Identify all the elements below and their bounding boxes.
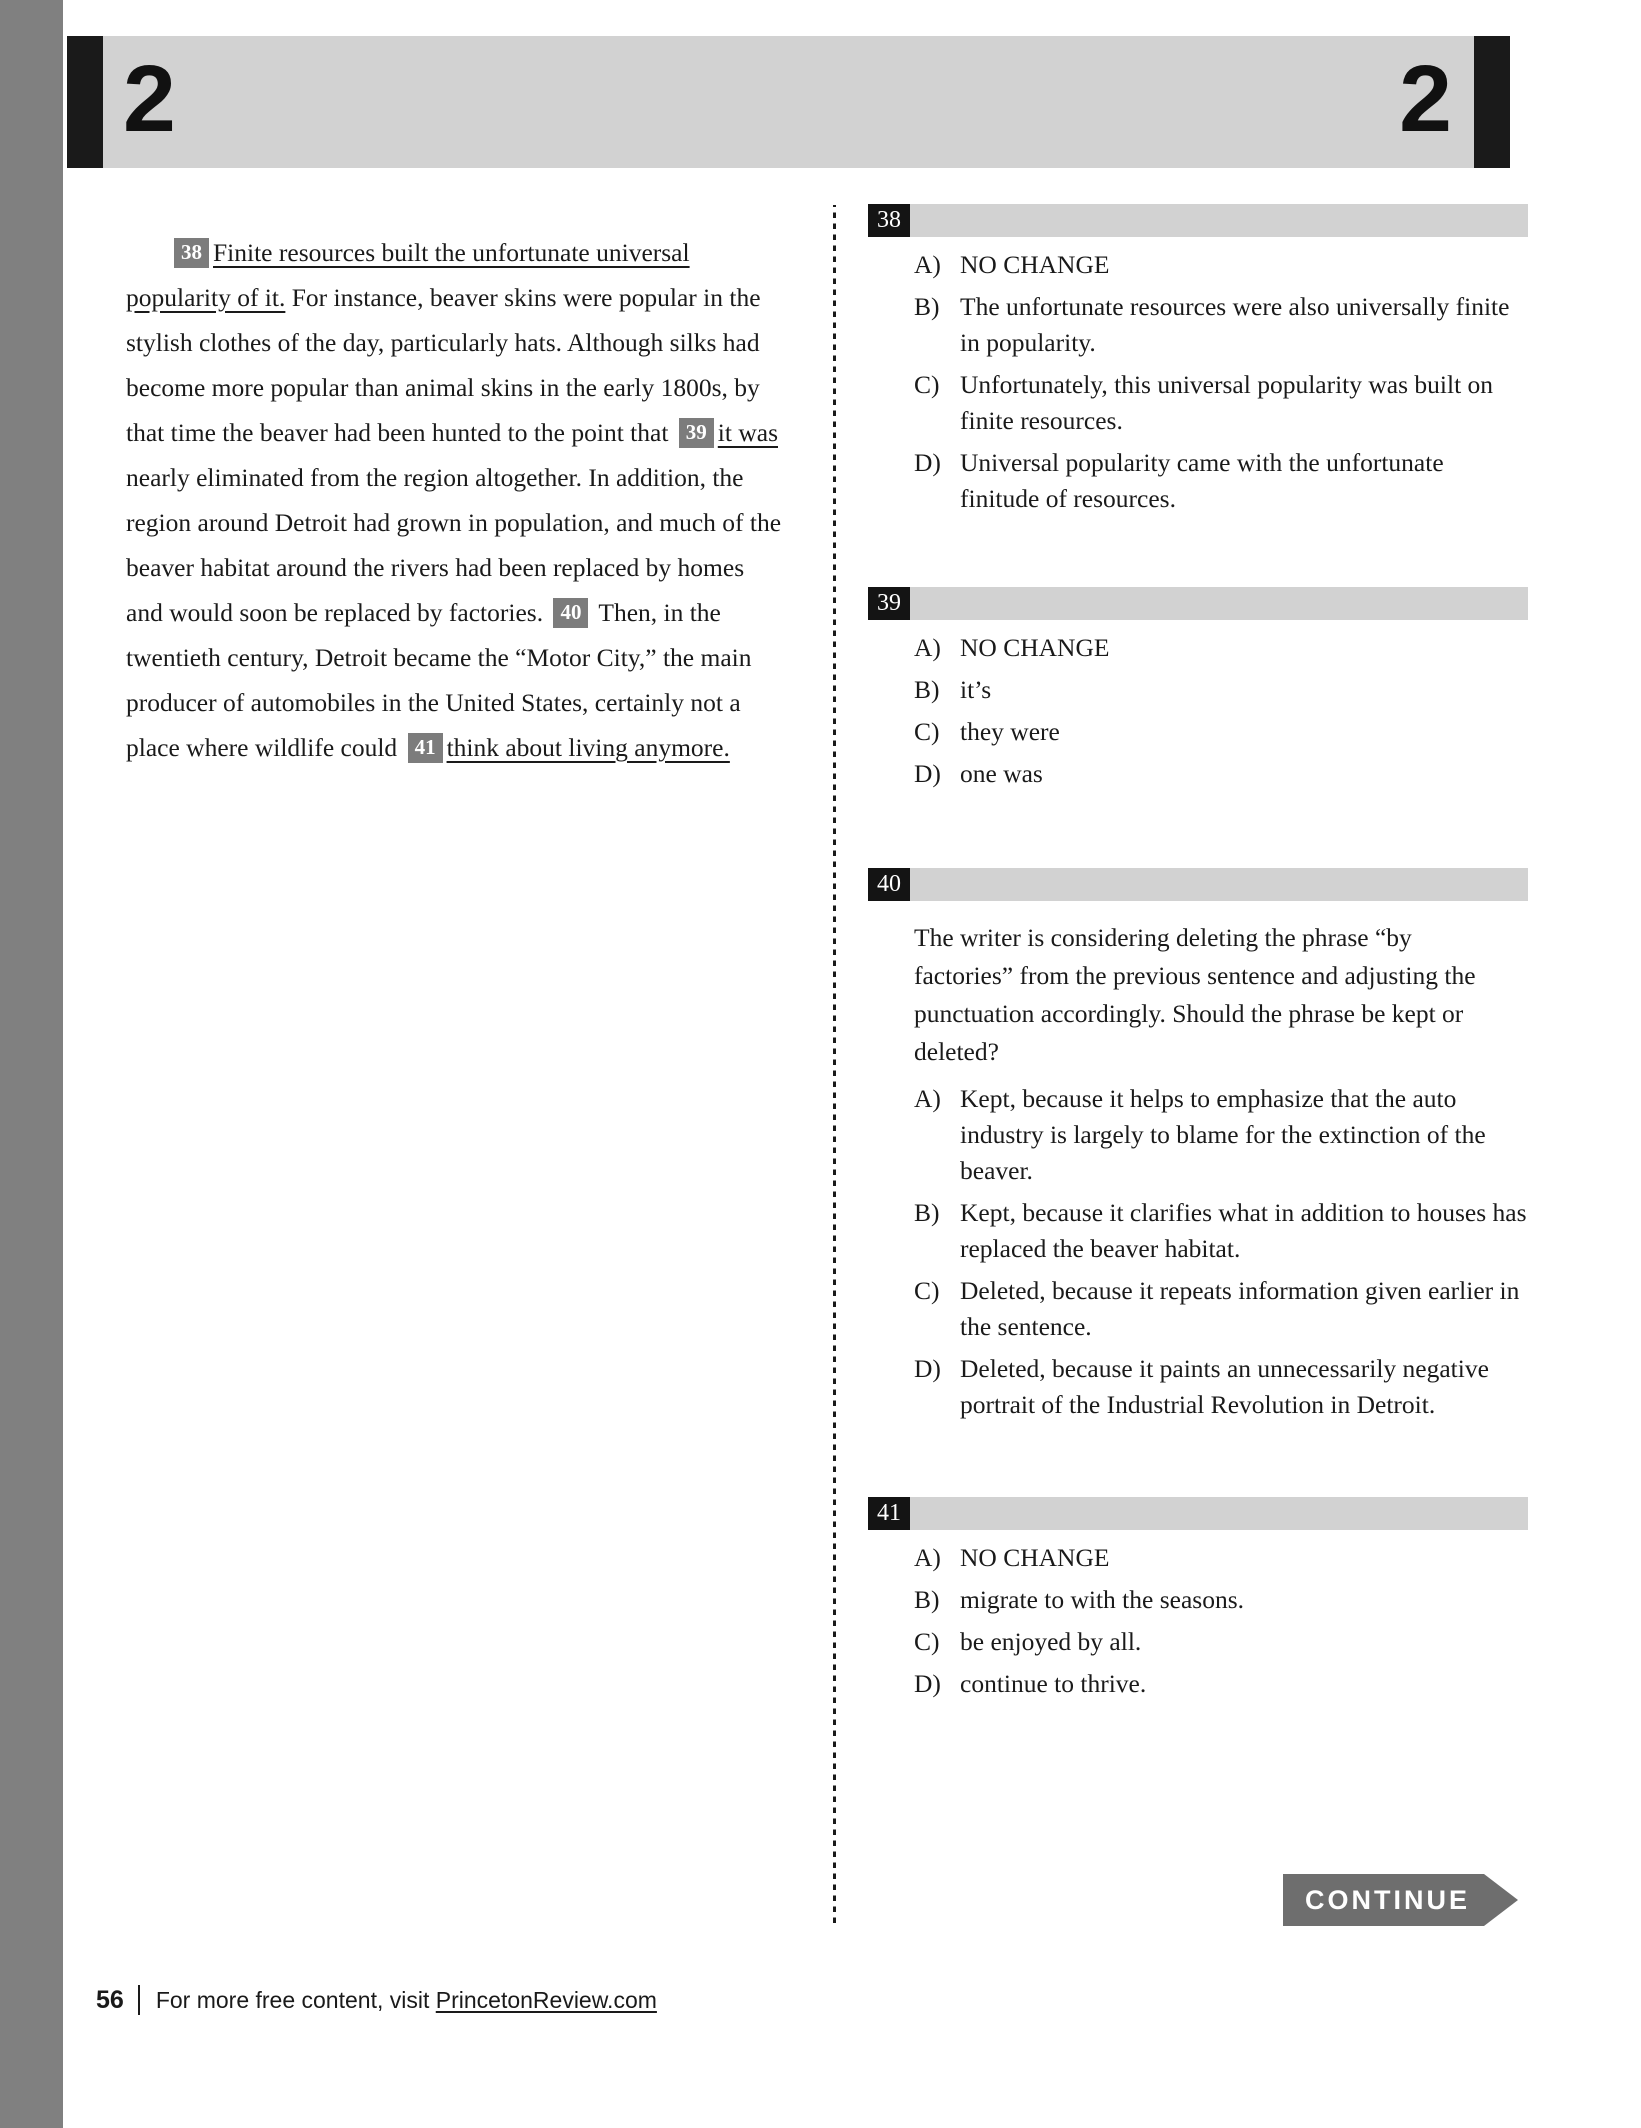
section-number-right: 2	[1399, 45, 1452, 152]
choice-letter: B)	[914, 292, 940, 321]
answer-choice[interactable]: C) they were	[868, 714, 1528, 750]
choice-letter: B)	[914, 1198, 940, 1227]
choice-text: NO CHANGE	[960, 250, 1110, 279]
choice-text: NO CHANGE	[960, 1543, 1110, 1572]
answer-choice[interactable]: A) NO CHANGE	[868, 247, 1528, 283]
choice-letter: B)	[914, 675, 940, 704]
question-number-badge: 41	[868, 1497, 910, 1530]
passage-column: 38 Finite resources built the unfortunate…	[126, 204, 786, 795]
answer-choice[interactable]: D) continue to thrive.	[868, 1666, 1528, 1702]
question-spacer	[868, 798, 1528, 868]
choice-text: they were	[960, 717, 1060, 746]
answer-choice[interactable]: D) Universal popularity came with the unf…	[868, 445, 1528, 517]
page-footer: 56 For more free content, visit Princeto…	[96, 1985, 657, 2015]
choice-text: Deleted, because it repeats information …	[960, 1276, 1520, 1341]
answer-choice[interactable]: C) Unfortunately, this universal populari…	[868, 367, 1528, 439]
page-number: 56	[96, 1985, 124, 2014]
choice-text: continue to thrive.	[960, 1669, 1147, 1698]
passage-marker-41[interactable]: 41	[407, 732, 443, 763]
choice-letter: C)	[914, 1276, 940, 1305]
section-header-banner: 2 2	[67, 36, 1510, 168]
choice-letter: D)	[914, 759, 941, 788]
answer-choices: A) NO CHANGE B) migrate to with the seasons…	[868, 1540, 1528, 1702]
question-header-bar	[910, 587, 1528, 620]
question-header-39: 39	[868, 587, 1528, 620]
passage-underlined-text: it was	[717, 417, 778, 447]
passage-marker-38[interactable]: 38	[174, 237, 209, 268]
answer-choice[interactable]: C) Deleted, because it repeats informatio…	[868, 1273, 1528, 1345]
column-divider	[833, 205, 836, 1925]
question-number-badge: 40	[868, 868, 910, 901]
passage-marker-40[interactable]: 40	[553, 597, 589, 628]
choice-letter: A)	[914, 1543, 941, 1572]
section-number-left: 2	[123, 45, 176, 152]
question-number-badge: 38	[868, 204, 910, 237]
choice-text: NO CHANGE	[960, 633, 1110, 662]
choice-text: Kept, because it helps to emphasize that…	[960, 1084, 1486, 1185]
choice-text: Universal popularity came with the unfor…	[960, 448, 1444, 513]
question-header-bar	[910, 1497, 1528, 1530]
passage-text: 38 Finite resources built the unfortunate…	[126, 230, 786, 770]
choice-letter: A)	[914, 633, 941, 662]
answer-choice[interactable]: A) NO CHANGE	[868, 630, 1528, 666]
choice-text: Unfortunately, this universal popularity…	[960, 370, 1494, 435]
choice-letter: D)	[914, 1354, 941, 1383]
question-39: 39 A) NO CHANGE B) it’s C) they were D) one was	[868, 587, 1528, 792]
choice-letter: C)	[914, 717, 940, 746]
answer-choice[interactable]: B) migrate to with the seasons.	[868, 1582, 1528, 1618]
continue-button[interactable]: CONTINUE	[1283, 1874, 1518, 1926]
answer-choice[interactable]: D) Deleted, because it paints an unnecess…	[868, 1351, 1528, 1423]
passage-underlined-text: think about living anymore.	[446, 732, 730, 762]
choice-text: be enjoyed by all.	[960, 1627, 1142, 1656]
question-header-40: 40	[868, 868, 1528, 901]
choice-text: Kept, because it clarifies what in addit…	[960, 1198, 1527, 1263]
answer-choice[interactable]: D) one was	[868, 756, 1528, 792]
questions-column: 38 A) NO CHANGE B) The unfortunate resources…	[868, 204, 1528, 1708]
choice-letter: D)	[914, 1669, 941, 1698]
passage-marker-39[interactable]: 39	[678, 417, 714, 448]
choice-letter: C)	[914, 1627, 940, 1656]
choice-letter: B)	[914, 1585, 940, 1614]
header-left-block	[67, 36, 103, 168]
question-number-badge: 39	[868, 587, 910, 620]
choice-text: Deleted, because it paints an unnecessar…	[960, 1354, 1489, 1419]
question-header-bar	[910, 204, 1528, 237]
answer-choice[interactable]: B) it’s	[868, 672, 1528, 708]
question-spacer	[868, 523, 1528, 587]
answer-choice[interactable]: B) The unfortunate resources were also un…	[868, 289, 1528, 361]
choice-text: migrate to with the seasons.	[960, 1585, 1244, 1614]
question-spacer	[868, 1429, 1528, 1497]
choice-letter: C)	[914, 370, 940, 399]
header-gray-bar: 2 2	[103, 36, 1474, 168]
question-40: 40 The writer is considering deleting the…	[868, 868, 1528, 1423]
footer-text-lead: For more free content, visit	[155, 1986, 436, 2013]
question-header-bar	[910, 868, 1528, 901]
choice-letter: A)	[914, 1084, 941, 1113]
question-stem: The writer is considering deleting the p…	[914, 923, 1476, 1066]
answer-choice[interactable]: A) NO CHANGE	[868, 1540, 1528, 1576]
choice-letter: D)	[914, 448, 941, 477]
footer-text: For more free content, visit PrincetonRe…	[156, 1987, 657, 2014]
answer-choice[interactable]: A) Kept, because it helps to emphasize th…	[868, 1081, 1528, 1189]
header-right-block	[1474, 36, 1510, 168]
princeton-review-link[interactable]: PrincetonReview.com	[436, 1987, 657, 2013]
page-edge-strip	[0, 0, 63, 2128]
answer-choices: A) NO CHANGE B) The unfortunate resources w…	[868, 247, 1528, 517]
question-41: 41 A) NO CHANGE B) migrate to with the seaso…	[868, 1497, 1528, 1702]
choice-text: The unfortunate resources were also univ…	[960, 292, 1510, 357]
choice-text: it’s	[960, 675, 992, 704]
question-header-41: 41	[868, 1497, 1528, 1530]
question-header-38: 38	[868, 204, 1528, 237]
answer-choices: A) Kept, because it helps to emphasize th…	[868, 1081, 1528, 1423]
choice-text: one was	[960, 759, 1043, 788]
question-38: 38 A) NO CHANGE B) The unfortunate resources…	[868, 204, 1528, 517]
answer-choice[interactable]: C) be enjoyed by all.	[868, 1624, 1528, 1660]
answer-choices: A) NO CHANGE B) it’s C) they were D) one was	[868, 630, 1528, 792]
continue-label: CONTINUE	[1283, 1874, 1484, 1926]
choice-letter: A)	[914, 250, 941, 279]
continue-arrow-icon	[1484, 1874, 1518, 1926]
footer-divider	[137, 1985, 140, 2015]
answer-choice[interactable]: B) Kept, because it clarifies what in add…	[868, 1195, 1528, 1267]
